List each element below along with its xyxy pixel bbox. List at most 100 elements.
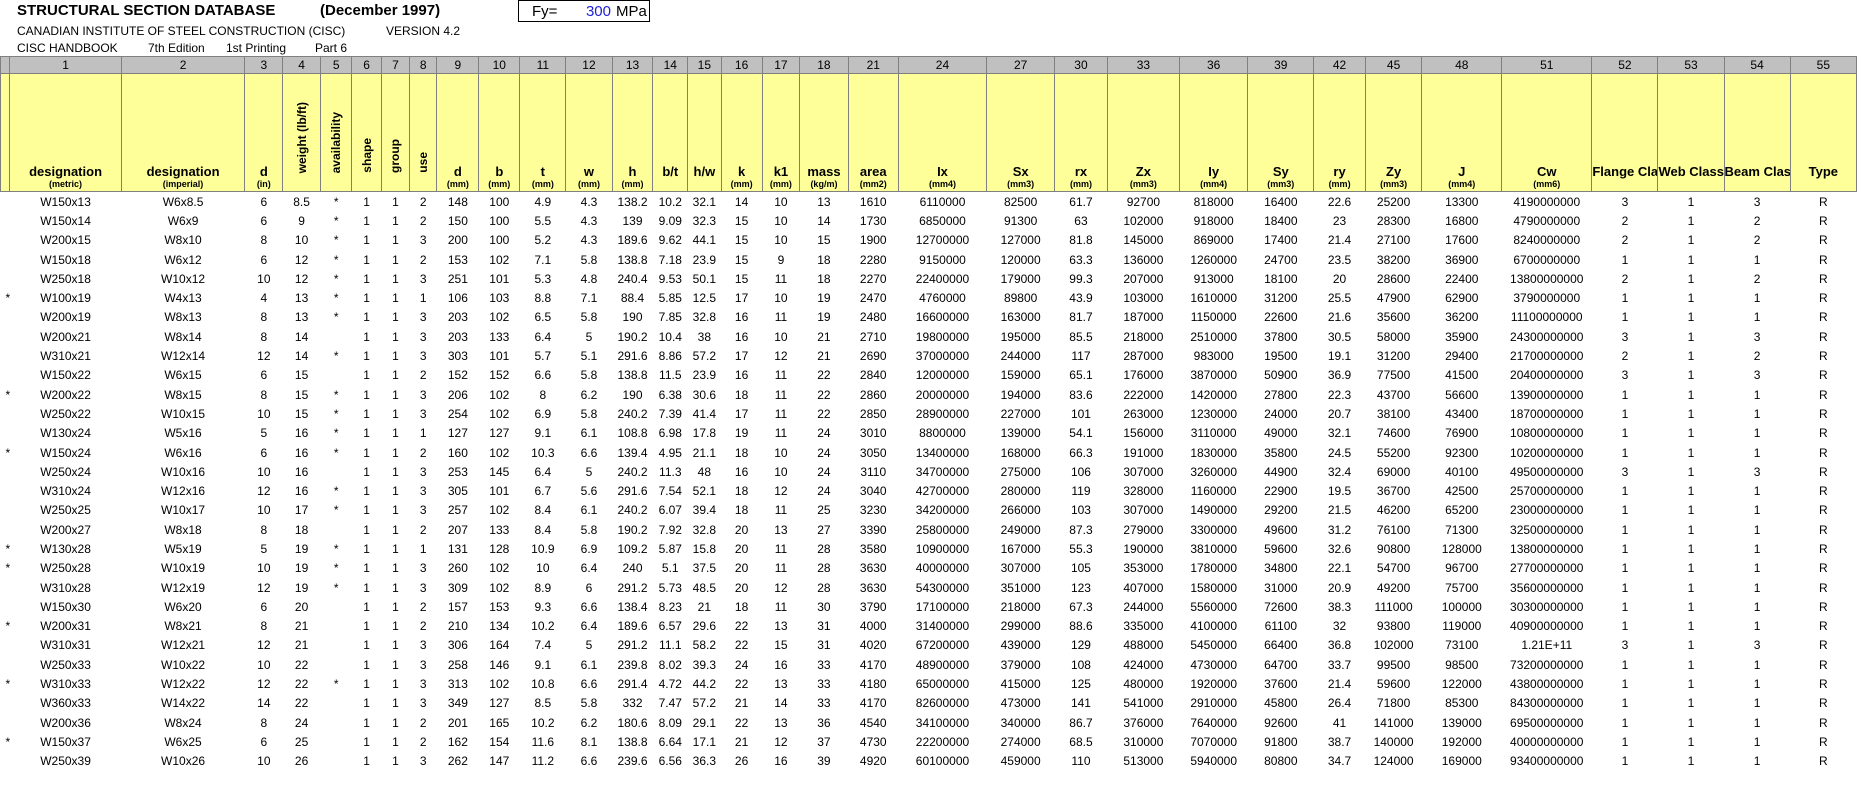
table-cell[interactable]: W200x22 bbox=[10, 385, 121, 404]
table-cell[interactable]: 7.47 bbox=[653, 694, 688, 713]
table-cell[interactable]: 3 bbox=[410, 308, 437, 327]
table-cell[interactable]: 191000 bbox=[1107, 443, 1179, 462]
table-cell[interactable]: 1 bbox=[381, 250, 409, 269]
column-number-cell[interactable]: 39 bbox=[1247, 56, 1315, 74]
table-cell[interactable]: W12x22 bbox=[121, 674, 245, 693]
table-cell[interactable]: 1 bbox=[1658, 539, 1724, 558]
table-cell[interactable]: 4.72 bbox=[653, 674, 688, 693]
table-cell[interactable]: 18 bbox=[721, 385, 762, 404]
table-cell[interactable]: 1 bbox=[1724, 443, 1790, 462]
table-cell[interactable]: 153 bbox=[479, 597, 520, 616]
table-cell[interactable]: 101 bbox=[479, 269, 520, 288]
table-cell[interactable]: 11 bbox=[762, 597, 800, 616]
table-cell[interactable]: 102 bbox=[479, 443, 520, 462]
table-cell[interactable]: 1 bbox=[352, 655, 381, 674]
table-cell[interactable]: 13 bbox=[283, 308, 321, 327]
table-cell[interactable]: 33 bbox=[800, 674, 848, 693]
table-cell[interactable]: 2 bbox=[410, 366, 437, 385]
table-cell[interactable]: 6 bbox=[566, 578, 612, 597]
table-cell[interactable]: 15 bbox=[800, 231, 848, 250]
table-cell[interactable]: 35900 bbox=[1422, 327, 1502, 346]
table-cell[interactable]: 10.2 bbox=[520, 713, 566, 732]
table-cell[interactable]: 1 bbox=[410, 288, 437, 307]
table-cell[interactable]: 19800000 bbox=[898, 327, 986, 346]
table-cell[interactable]: 15 bbox=[721, 250, 762, 269]
table-cell[interactable]: 1 bbox=[1592, 443, 1658, 462]
table-cell[interactable]: W250x28 bbox=[10, 559, 121, 578]
table-cell[interactable]: 12 bbox=[245, 636, 283, 655]
table-cell[interactable]: 2 bbox=[1592, 211, 1658, 230]
table-cell[interactable]: 32.8 bbox=[688, 308, 722, 327]
table-cell[interactable]: * bbox=[320, 288, 351, 307]
table-cell[interactable]: 8 bbox=[245, 617, 283, 636]
table-cell[interactable]: * bbox=[320, 674, 351, 693]
column-header-cell[interactable]: Zy (mm3) bbox=[1364, 73, 1423, 192]
table-cell[interactable]: 513000 bbox=[1107, 752, 1179, 771]
table-cell[interactable]: 17100000 bbox=[898, 597, 986, 616]
table-cell[interactable]: 10.2 bbox=[653, 192, 688, 212]
table-cell[interactable]: 154 bbox=[479, 732, 520, 751]
table-cell[interactable]: 1 bbox=[352, 617, 381, 636]
table-cell[interactable]: R bbox=[1790, 366, 1856, 385]
table-cell[interactable] bbox=[320, 597, 351, 616]
table-cell[interactable]: 22600 bbox=[1248, 308, 1314, 327]
table-cell[interactable]: 1 bbox=[352, 443, 381, 462]
table-cell[interactable]: 6 bbox=[245, 211, 283, 230]
table-cell[interactable]: 11 bbox=[762, 385, 800, 404]
table-cell[interactable]: 10 bbox=[520, 559, 566, 578]
table-cell[interactable]: 169000 bbox=[1422, 752, 1502, 771]
table-cell[interactable]: * bbox=[320, 404, 351, 423]
table-cell[interactable]: 68.5 bbox=[1055, 732, 1107, 751]
table-cell[interactable]: 218000 bbox=[987, 597, 1055, 616]
table-cell[interactable] bbox=[1, 211, 10, 230]
table-cell[interactable]: 240.2 bbox=[612, 501, 653, 520]
table-cell[interactable]: R bbox=[1790, 694, 1856, 713]
table-cell[interactable]: 239.6 bbox=[612, 752, 653, 771]
table-cell[interactable]: 21.4 bbox=[1314, 231, 1365, 250]
table-cell[interactable]: 376000 bbox=[1107, 713, 1179, 732]
table-cell[interactable]: 147 bbox=[479, 752, 520, 771]
column-number-cell[interactable]: 48 bbox=[1421, 56, 1503, 74]
table-cell[interactable] bbox=[1, 636, 10, 655]
table-cell[interactable] bbox=[1, 597, 10, 616]
table-cell[interactable]: 5 bbox=[566, 327, 612, 346]
table-cell[interactable]: W14x22 bbox=[121, 694, 245, 713]
column-number-cell[interactable]: 17 bbox=[761, 56, 801, 74]
table-cell[interactable]: 13 bbox=[800, 192, 848, 212]
table-cell[interactable]: 1 bbox=[352, 385, 381, 404]
table-cell[interactable]: 4.3 bbox=[566, 231, 612, 250]
table-cell[interactable]: 141000 bbox=[1365, 713, 1422, 732]
table-cell[interactable]: 14 bbox=[762, 694, 800, 713]
table-cell[interactable]: 918000 bbox=[1180, 211, 1248, 230]
table-cell[interactable]: 48.5 bbox=[688, 578, 722, 597]
table-cell[interactable]: 15 bbox=[721, 231, 762, 250]
table-cell[interactable]: 44.2 bbox=[688, 674, 722, 693]
table-cell[interactable]: 12 bbox=[245, 674, 283, 693]
table-cell[interactable]: 8.4 bbox=[520, 501, 566, 520]
table-cell[interactable]: 3 bbox=[410, 636, 437, 655]
table-cell[interactable]: 9.09 bbox=[653, 211, 688, 230]
table-cell[interactable]: 24 bbox=[283, 713, 321, 732]
table-cell[interactable]: 12 bbox=[762, 346, 800, 365]
table-cell[interactable]: W6x12 bbox=[121, 250, 245, 269]
table-cell[interactable]: 5.8 bbox=[566, 366, 612, 385]
table-cell[interactable]: 23000000000 bbox=[1502, 501, 1592, 520]
table-cell[interactable]: 12 bbox=[762, 578, 800, 597]
table-cell[interactable]: 3010 bbox=[848, 424, 898, 443]
column-header-cell[interactable]: t (mm) bbox=[519, 73, 567, 192]
table-cell[interactable]: 13 bbox=[762, 713, 800, 732]
table-cell[interactable]: 123 bbox=[1055, 578, 1107, 597]
table-cell[interactable]: * bbox=[1, 288, 10, 307]
column-number-cell[interactable]: 2 bbox=[120, 56, 246, 74]
table-cell[interactable]: 30.5 bbox=[1314, 327, 1365, 346]
table-cell[interactable]: 2 bbox=[410, 443, 437, 462]
table-cell[interactable]: 66400 bbox=[1248, 636, 1314, 655]
table-cell[interactable]: 41.4 bbox=[688, 404, 722, 423]
table-cell[interactable]: 20 bbox=[721, 539, 762, 558]
table-cell[interactable]: 19 bbox=[283, 559, 321, 578]
table-cell[interactable]: 2 bbox=[410, 250, 437, 269]
table-cell[interactable]: 11 bbox=[762, 269, 800, 288]
table-cell[interactable]: 869000 bbox=[1180, 231, 1248, 250]
table-cell[interactable]: 1 bbox=[1658, 481, 1724, 500]
table-cell[interactable]: 1 bbox=[1658, 713, 1724, 732]
